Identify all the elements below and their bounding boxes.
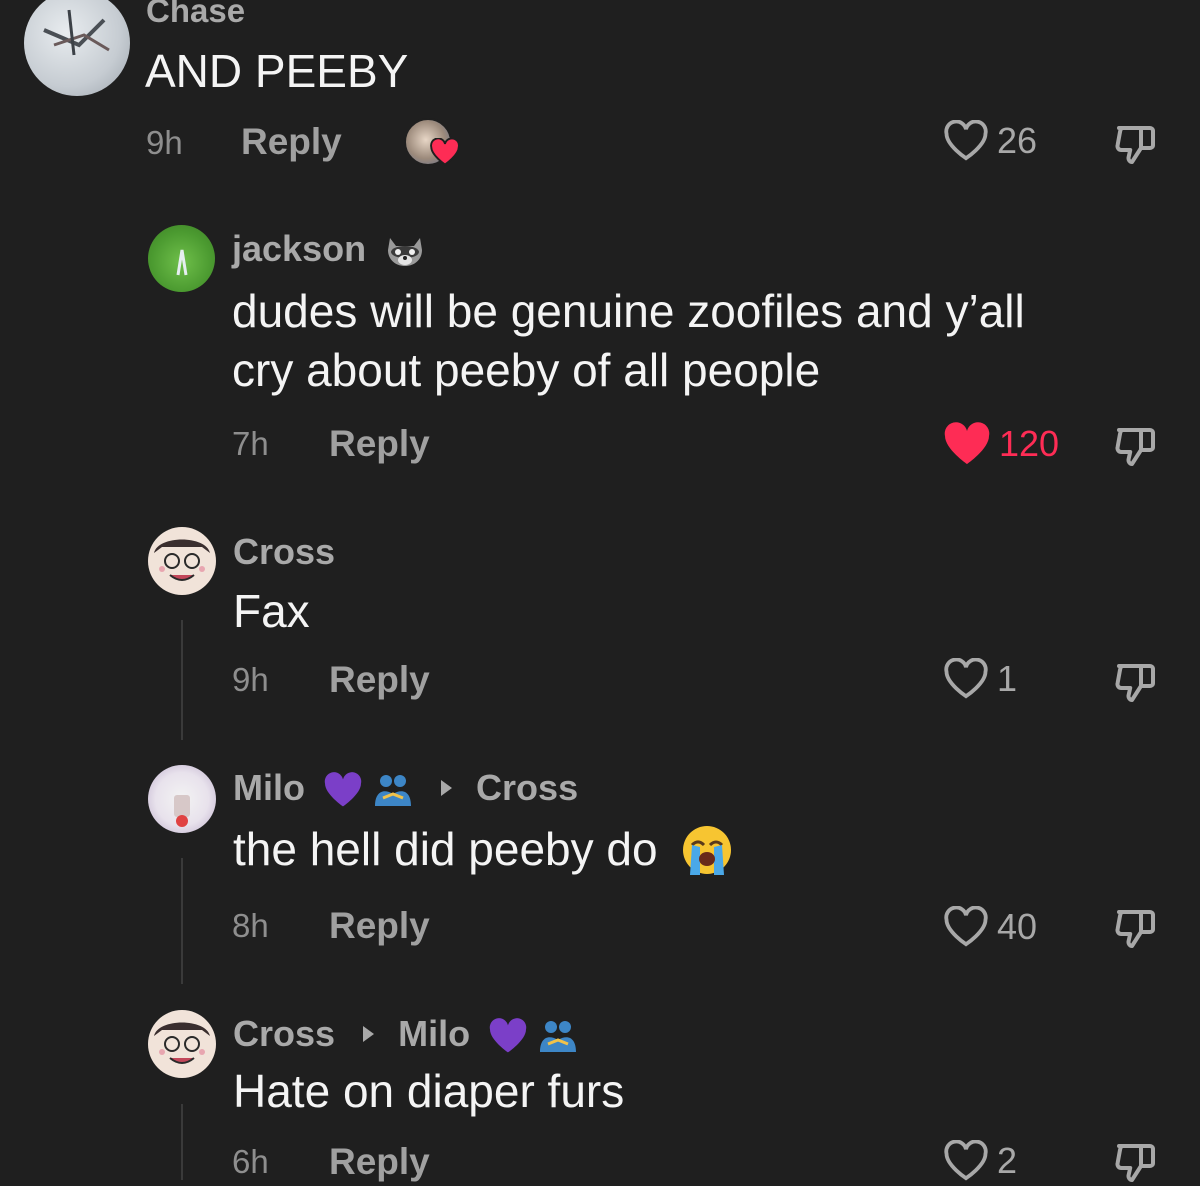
like-count: 1 xyxy=(997,658,1018,699)
purple-heart-icon xyxy=(489,1018,527,1053)
reply-to-arrow-icon xyxy=(363,1026,375,1043)
reply-to-username[interactable]: Milo xyxy=(398,1013,470,1054)
loudly-crying-face-icon xyxy=(683,825,732,875)
people-hugging-icon xyxy=(540,1021,577,1053)
comment-username[interactable]: jackson xyxy=(232,228,426,270)
reply-button[interactable]: Reply xyxy=(329,423,430,465)
purple-heart-icon xyxy=(324,772,362,807)
creator-liked-badge xyxy=(404,118,460,168)
like-button[interactable]: 120 xyxy=(943,422,1059,466)
dislike-icon[interactable] xyxy=(1110,1138,1160,1186)
dislike-icon[interactable] xyxy=(1110,658,1160,706)
comment-text: AND PEEBY xyxy=(145,45,409,97)
reply-to-username[interactable]: Cross xyxy=(476,767,578,808)
comment-timestamp: 9h xyxy=(232,661,269,698)
avatar[interactable] xyxy=(148,765,216,833)
heart-outline-icon xyxy=(944,658,988,699)
comment-timestamp: 8h xyxy=(232,907,269,944)
avatar-image-icon xyxy=(174,795,190,827)
dislike-icon[interactable] xyxy=(1110,120,1160,168)
comment-timestamp: 9h xyxy=(146,124,183,161)
heart-outline-icon xyxy=(944,906,988,947)
raccoon-icon xyxy=(388,238,423,267)
like-button[interactable]: 1 xyxy=(943,658,1017,700)
comment-text-line: dudes will be genuine zoofiles and y’all xyxy=(232,285,1025,337)
like-button[interactable]: 2 xyxy=(943,1140,1017,1182)
comment-username[interactable]: Milo Cross xyxy=(233,767,578,809)
avatar[interactable] xyxy=(148,527,216,595)
avatar-image-icon xyxy=(154,539,210,581)
comment-timestamp: 6h xyxy=(232,1143,269,1180)
comment-text-line: cry about peeby of all people xyxy=(232,344,821,396)
avatar[interactable] xyxy=(148,225,215,292)
like-button[interactable]: 40 xyxy=(943,906,1037,948)
comment-username[interactable]: Cross Milo xyxy=(233,1013,578,1055)
comment-text: the hell did peeby do xyxy=(233,822,734,880)
avatar-image-icon xyxy=(43,9,110,56)
heart-outline-icon xyxy=(944,1140,988,1181)
like-count: 120 xyxy=(999,423,1060,464)
thread-line xyxy=(181,858,183,984)
thread-line xyxy=(181,1104,183,1180)
reply-button[interactable]: Reply xyxy=(241,121,342,163)
dislike-icon[interactable] xyxy=(1110,422,1160,470)
avatar-image-icon xyxy=(176,249,188,276)
avatar-image-icon xyxy=(154,1022,210,1064)
like-count: 26 xyxy=(997,120,1038,161)
reply-button[interactable]: Reply xyxy=(329,659,430,701)
thread-line xyxy=(181,620,183,740)
heart-icon xyxy=(430,138,460,166)
reply-button[interactable]: Reply xyxy=(329,905,430,947)
people-hugging-icon xyxy=(375,775,412,807)
like-count: 40 xyxy=(997,906,1038,947)
username-text: Cross xyxy=(233,1013,336,1054)
like-count: 2 xyxy=(997,1140,1018,1181)
username-text: Milo xyxy=(233,767,305,808)
comment-username[interactable]: Cross xyxy=(233,531,335,573)
avatar[interactable] xyxy=(24,0,130,96)
dislike-icon[interactable] xyxy=(1110,904,1160,952)
reply-button[interactable]: Reply xyxy=(329,1141,430,1183)
reply-to-arrow-icon xyxy=(441,780,453,797)
comment-text: Hate on diaper furs xyxy=(233,1065,625,1117)
like-button[interactable]: 26 xyxy=(943,120,1037,162)
comment-text-content: the hell did peeby do xyxy=(233,823,658,875)
heart-outline-icon xyxy=(944,120,988,161)
comment-username[interactable]: Chase xyxy=(146,0,245,30)
heart-filled-icon xyxy=(944,422,990,464)
avatar[interactable] xyxy=(148,1010,216,1078)
comment-timestamp: 7h xyxy=(232,425,269,462)
comment-text: Fax xyxy=(233,585,310,637)
username-text: jackson xyxy=(232,228,367,269)
